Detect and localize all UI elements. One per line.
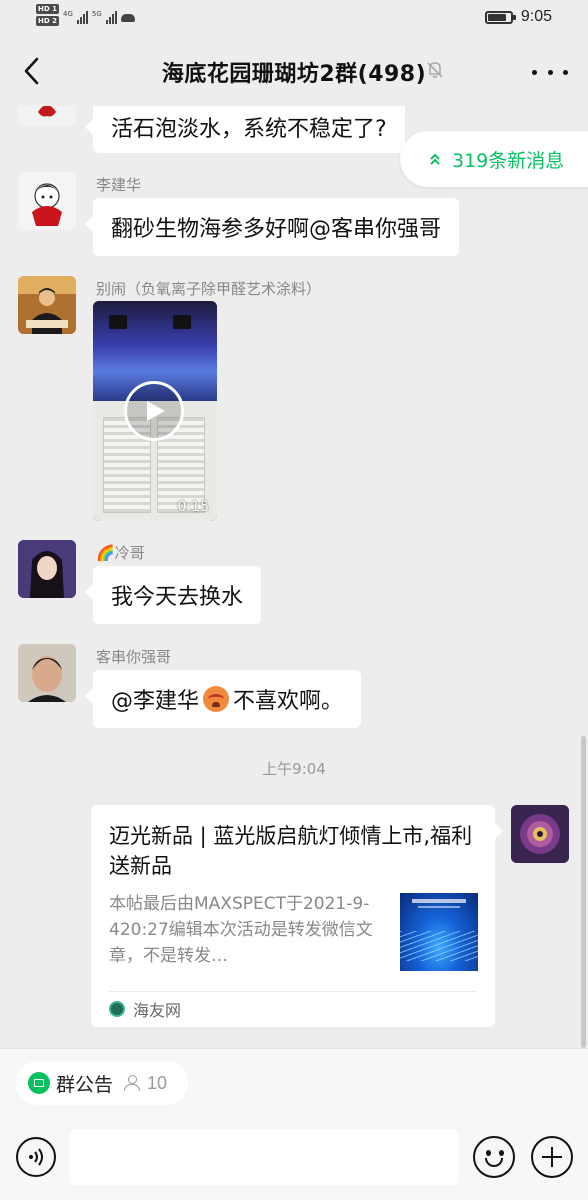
link-card[interactable]: 迈光新品 | 蓝光版启航灯倾情上市,福利送新品 本帖最后由MAXSPECT于20… [91, 805, 503, 1027]
sender-name: 李建华 [96, 176, 142, 194]
group-notice-label: 群公告 [56, 1073, 114, 1096]
new-messages-button[interactable]: 319条新消息 [400, 131, 588, 187]
message-mention: @李建华 [111, 689, 200, 714]
bell-off-icon [427, 62, 443, 78]
person-icon [123, 1074, 141, 1092]
avatar[interactable] [18, 106, 76, 126]
message-timestamp: 上午9:04 [262, 760, 326, 778]
notice-icon [28, 1072, 50, 1094]
message-text: 不喜欢啊。 [233, 689, 344, 714]
network-type-1: 4G [62, 10, 73, 18]
avatar[interactable] [18, 276, 76, 334]
message-bubble[interactable]: 活石泡淡水，系统不稳定了? [85, 106, 405, 153]
message-text: 我今天去换水 [111, 585, 244, 610]
angry-face-icon [203, 686, 230, 712]
divider [109, 991, 477, 992]
emoji-button[interactable] [473, 1136, 515, 1178]
hd-indicators: HD 1 HD 2 [36, 4, 59, 26]
message-input[interactable] [70, 1129, 458, 1185]
voice-icon [29, 1148, 43, 1166]
message-text: 活石泡淡水，系统不稳定了? [111, 117, 387, 142]
bottom-panel: 群公告 10 [0, 1048, 588, 1200]
network-type-2: 5G [91, 10, 102, 18]
new-messages-label: 319条新消息 [452, 149, 565, 172]
chat-area[interactable]: 活石泡淡水，系统不稳定了? 319条新消息 李建华 翻砂生物海参多好啊@客串你强… [0, 106, 588, 1048]
link-card-source: 海友网 [109, 997, 181, 1021]
group-notice-button[interactable]: 群公告 10 [16, 1061, 188, 1105]
status-bar-right: 9:05 [484, 8, 552, 26]
link-card-source-name: 海友网 [133, 1001, 182, 1020]
battery-level [487, 13, 506, 21]
scrollbar[interactable] [581, 736, 586, 1048]
title-bar: 海底花园珊瑚坊2群(498) [0, 36, 588, 106]
link-card-title: 迈光新品 | 蓝光版启航灯倾情上市,福利送新品 [109, 824, 473, 878]
my-avatar[interactable] [511, 805, 569, 863]
cloud-icon [120, 14, 135, 22]
more-actions-button[interactable] [531, 1136, 573, 1178]
message-bubble[interactable]: 我今天去换水 [84, 566, 262, 624]
double-chevron-up-icon [430, 153, 440, 165]
status-bar-left: HD 1 HD 2 4G 5G [36, 4, 135, 26]
signal-2-icon [105, 10, 117, 24]
signal-1-icon [76, 10, 88, 24]
video-duration: 0:15 [177, 499, 209, 515]
status-bar: HD 1 HD 2 4G 5G 9:05 [0, 0, 588, 36]
chat-title: 海底花园珊瑚坊2群(498) [161, 62, 427, 87]
avatar[interactable] [18, 644, 76, 702]
message-bubble[interactable]: 翻砂生物海参多好啊@客串你强哥 [84, 198, 460, 256]
play-button[interactable] [124, 381, 184, 441]
battery-icon [484, 10, 516, 24]
sender-name: 🌈冷哥 [96, 544, 145, 562]
voice-button[interactable] [16, 1137, 56, 1177]
link-card-thumbnail [400, 893, 478, 971]
play-icon [147, 401, 165, 421]
sender-name: 客串你强哥 [96, 648, 172, 666]
clock: 9:05 [520, 8, 552, 25]
video-message[interactable]: 0:15 [93, 301, 217, 521]
more-button[interactable] [532, 58, 568, 86]
link-card-description: 本帖最后由MAXSPECT于2021-9-420:27编辑本次活动是转发微信文章… [109, 894, 373, 966]
avatar[interactable] [18, 540, 76, 598]
hd2-badge: HD 2 [36, 16, 59, 26]
source-logo-icon [109, 1001, 125, 1017]
sender-name: 别闹（负氧离子除甲醛艺术涂料） [96, 280, 322, 298]
message-text: 翻砂生物海参多好啊@客串你强哥 [111, 217, 442, 242]
member-count: 10 [147, 1072, 168, 1093]
hd1-badge: HD 1 [36, 4, 59, 14]
avatar[interactable] [18, 172, 76, 230]
message-bubble[interactable]: @李建华 不喜欢啊。 [84, 670, 362, 728]
